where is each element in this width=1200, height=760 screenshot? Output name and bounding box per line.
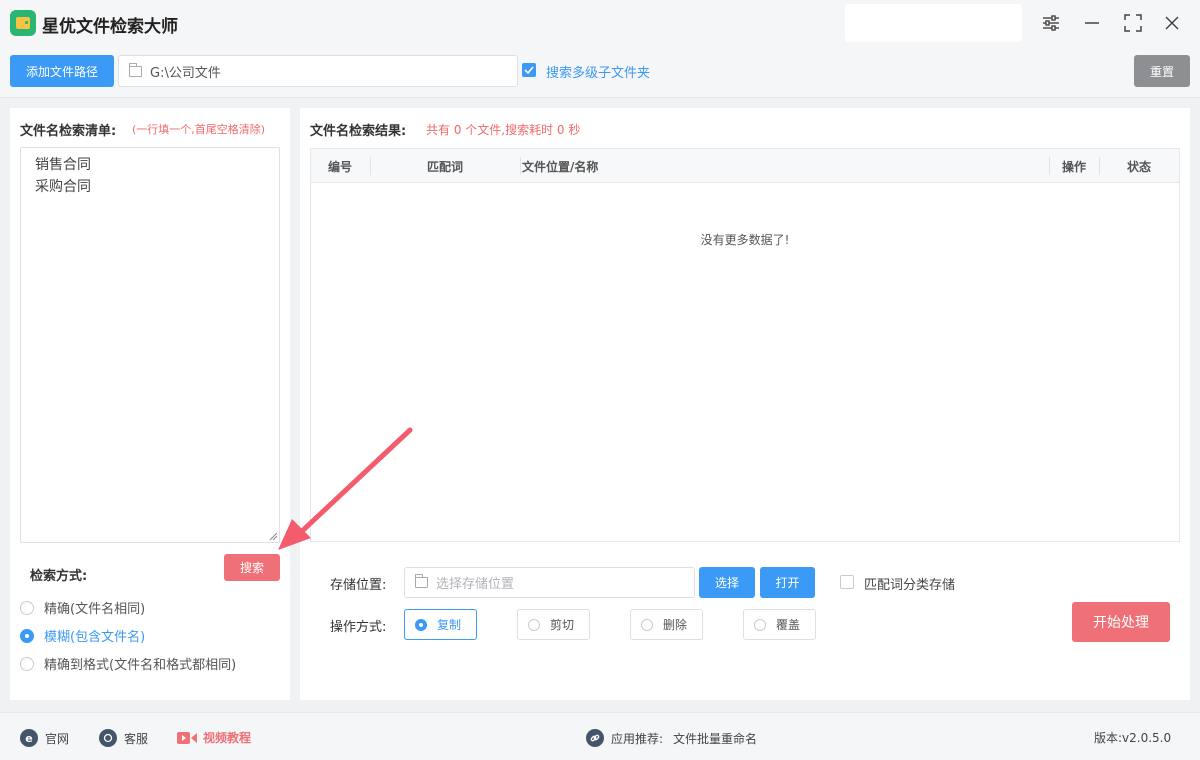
method-fuzzy-label: 模糊(包含文件名): [44, 630, 146, 645]
website-label: 官网: [45, 731, 70, 746]
operation-delete-label: 删除: [663, 618, 688, 632]
operation-overwrite-option[interactable]: 覆盖: [743, 609, 816, 640]
video-tutorial-label: 视频教程: [203, 731, 252, 745]
results-summary: 共有 0 个文件,搜索耗时 0 秒: [426, 123, 581, 137]
table-header: 编号 匹配词 文件位置/名称 操作 状态: [311, 149, 1179, 183]
video-camera-icon: [177, 731, 197, 745]
column-header-action[interactable]: 操作: [1062, 149, 1086, 183]
radio-selected-icon: [415, 618, 427, 631]
app-title: 星优文件检索大师: [42, 17, 178, 37]
keyword-panel: 文件名检索清单: (一行填一个,首尾空格清除) 销售合同 采购合同 检索方式: …: [10, 108, 290, 700]
open-storage-button[interactable]: 打开: [760, 567, 815, 598]
path-input[interactable]: G:\公司文件: [118, 55, 518, 87]
footer: e 官网 客服 视频教程 应用推荐: 文件批量重命名 版本:v2.0.5.0: [0, 712, 1200, 760]
operation-copy-option[interactable]: 复制: [404, 609, 477, 640]
title-bar: 星优文件检索大师: [0, 0, 1200, 48]
app-logo-icon: [10, 10, 36, 36]
title-blank-area: [845, 4, 1022, 42]
add-file-path-button[interactable]: 添加文件路径: [10, 55, 114, 87]
path-value: G:\公司文件: [150, 65, 221, 81]
empty-results-message: 没有更多数据了!: [700, 233, 790, 247]
operation-delete-option[interactable]: 删除: [630, 609, 703, 640]
method-exact-option[interactable]: 精确(文件名相同): [20, 598, 145, 617]
chat-bubble-icon: [99, 729, 117, 747]
column-header-match-word[interactable]: 匹配词: [427, 149, 463, 183]
choose-storage-button[interactable]: 选择: [699, 567, 755, 598]
classify-by-keyword-label[interactable]: 匹配词分类存储: [864, 574, 955, 593]
recommend-label: 应用推荐:: [611, 731, 664, 746]
radio-icon: [641, 618, 653, 631]
version-text: 版本:v2.0.5.0: [1094, 731, 1172, 745]
storage-placeholder: 选择存储位置: [436, 577, 515, 592]
column-header-status[interactable]: 状态: [1127, 149, 1151, 183]
checkmark-icon: [524, 66, 534, 74]
folder-icon: [129, 62, 142, 77]
operation-label: 操作方式:: [330, 620, 387, 635]
method-exact-format-option[interactable]: 精确到格式(文件名和格式都相同): [20, 654, 236, 673]
storage-location-input[interactable]: 选择存储位置: [404, 567, 695, 598]
method-fuzzy-option[interactable]: 模糊(包含文件名): [20, 626, 145, 645]
method-exact-format-label: 精确到格式(文件名和格式都相同): [44, 658, 237, 673]
app-recommendation[interactable]: 应用推荐: 文件批量重命名: [586, 729, 757, 747]
keyword-list-title: 文件名检索清单:: [20, 124, 117, 139]
radio-icon: [20, 600, 34, 615]
recommend-app-link[interactable]: 文件批量重命名: [673, 730, 757, 747]
radio-icon: [528, 618, 540, 631]
operation-overwrite-label: 覆盖: [776, 618, 801, 632]
include-subfolders-checkbox[interactable]: [522, 63, 536, 77]
column-header-file-location[interactable]: 文件位置/名称: [522, 149, 598, 183]
video-tutorial-link[interactable]: 视频教程: [177, 729, 251, 746]
results-panel: 文件名检索结果: 共有 0 个文件,搜索耗时 0 秒 编号 匹配词 文件位置/名…: [300, 108, 1190, 700]
operation-cut-option[interactable]: 剪切: [517, 609, 590, 640]
website-e-icon: e: [20, 729, 38, 747]
include-subfolders-label[interactable]: 搜索多级子文件夹: [546, 62, 650, 81]
start-processing-button[interactable]: 开始处理: [1072, 602, 1170, 642]
resize-grip-icon[interactable]: [269, 532, 277, 540]
support-label: 客服: [124, 731, 149, 746]
radio-icon: [754, 618, 766, 631]
results-table: 编号 匹配词 文件位置/名称 操作 状态 没有更多数据了!: [310, 148, 1180, 542]
storage-label: 存储位置:: [330, 578, 387, 593]
method-exact-label: 精确(文件名相同): [44, 602, 146, 617]
operation-cut-label: 剪切: [550, 618, 575, 632]
close-icon[interactable]: [1159, 10, 1185, 36]
radio-selected-icon: [20, 628, 34, 643]
search-method-label: 检索方式:: [30, 569, 88, 584]
minimize-icon[interactable]: [1079, 10, 1105, 36]
reset-button[interactable]: 重置: [1134, 55, 1190, 87]
search-button[interactable]: 搜索: [224, 554, 280, 581]
classify-by-keyword-checkbox[interactable]: [840, 575, 854, 589]
operation-copy-label: 复制: [437, 618, 462, 632]
settings-sliders-icon[interactable]: [1038, 10, 1064, 36]
column-header-index[interactable]: 编号: [328, 149, 352, 183]
keyword-line: 采购合同: [35, 179, 91, 195]
results-title: 文件名检索结果:: [310, 124, 407, 139]
folder-icon: [415, 574, 428, 588]
website-link[interactable]: e 官网: [20, 729, 69, 747]
keyword-line: 销售合同: [35, 157, 91, 173]
radio-icon: [20, 656, 34, 671]
support-link[interactable]: 客服: [99, 729, 148, 747]
link-icon: [586, 729, 604, 747]
maximize-icon[interactable]: [1120, 10, 1146, 36]
toolbar: 添加文件路径 G:\公司文件 搜索多级子文件夹 重置: [0, 48, 1200, 98]
keyword-textarea[interactable]: 销售合同 采购合同: [20, 147, 280, 543]
keyword-list-hint: (一行填一个,首尾空格清除): [132, 123, 266, 136]
